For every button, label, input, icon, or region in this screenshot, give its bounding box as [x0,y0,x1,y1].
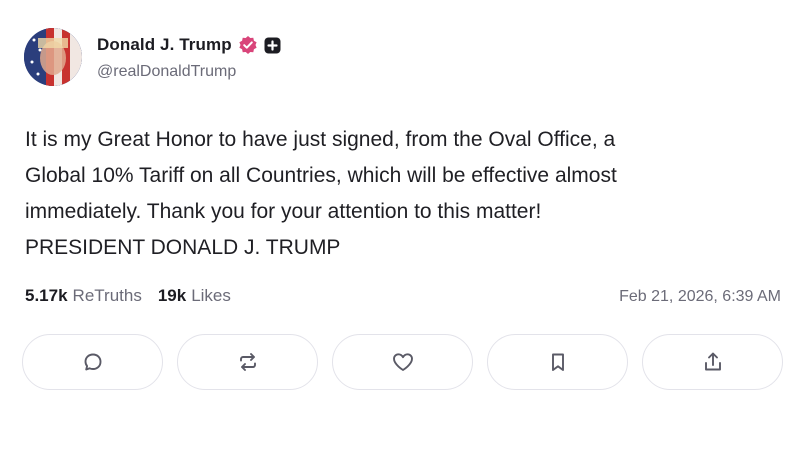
share-button[interactable] [642,334,783,390]
bookmark-icon [551,353,564,371]
truth-social-post: Donald J. Trump @realDonaldTrump It is m… [0,0,800,462]
post-body-line: PRESIDENT DONALD J. TRUMP [25,236,341,259]
retruths-count: 5.17k [25,286,68,305]
retruths-label: ReTruths [72,286,142,305]
comment-icon [84,353,101,371]
reply-button[interactable] [22,334,163,390]
author-display-name[interactable]: Donald J. Trump [97,35,232,55]
share-icon [704,352,721,371]
verified-badge-icon [238,35,258,55]
plus-badge-icon [264,37,281,54]
likes-label: Likes [191,286,231,305]
post-timestamp[interactable]: Feb 21, 2026, 6:39 AM [619,288,781,306]
post-body-line: immediately. Thank you for your attentio… [25,200,542,223]
like-heart-icon [392,353,413,371]
author-handle[interactable]: @realDonaldTrump [97,63,236,81]
avatar[interactable] [24,28,82,86]
likes-stat[interactable]: 19k Likes [158,286,231,306]
post-stats: 5.17k ReTruths 19k Likes [25,286,231,306]
bookmark-button[interactable] [487,334,628,390]
author-name-row: Donald J. Trump [97,33,281,57]
like-button[interactable] [332,334,473,390]
post-body-line: Global 10% Tariff on all Countries, whic… [25,164,617,187]
retruths-stat[interactable]: 5.17k ReTruths [25,286,142,306]
post-body-line: It is my Great Honor to have just signed… [25,128,616,151]
retruth-icon [239,353,256,371]
action-bar [22,334,783,390]
post-body: It is my Great Honor to have just signed… [25,122,785,266]
retruth-button[interactable] [177,334,318,390]
likes-count: 19k [157,286,187,305]
